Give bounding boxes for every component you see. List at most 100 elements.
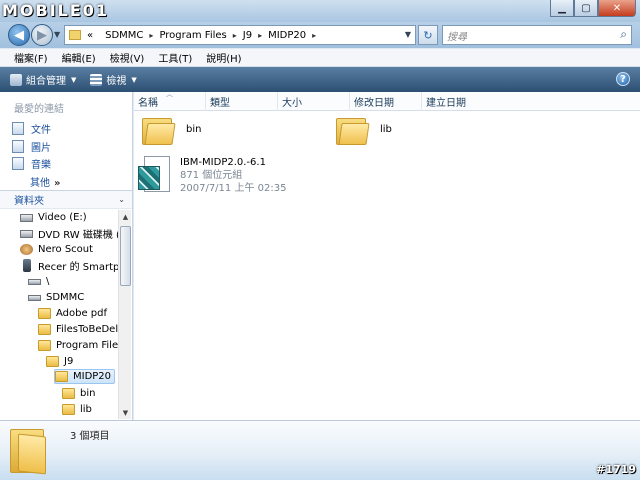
favorite-documents[interactable]: 文件	[12, 121, 51, 136]
favorite-label: 音樂	[31, 160, 51, 171]
sort-ascending-icon: ︿	[166, 90, 173, 98]
tree-item-nero-scout[interactable]: Nero Scout	[20, 242, 93, 257]
tree-item-label: SDMMC	[46, 292, 85, 303]
favorites-more-link[interactable]: 其他 »	[30, 174, 60, 189]
chevron-right-icon[interactable]: ▸	[233, 31, 237, 40]
folder-item-bin[interactable]: bin	[142, 115, 201, 145]
column-modified[interactable]: 修改日期	[350, 92, 422, 111]
title-bar: MOBILE01 ▁ ▢ ✕	[0, 0, 640, 22]
breadcrumb-overflow[interactable]: «	[87, 30, 93, 41]
chevron-right-icon[interactable]: ▸	[312, 31, 316, 40]
tree-scrollbar[interactable]: ▲ ▼	[118, 210, 131, 419]
folder-icon	[142, 115, 176, 145]
column-label: 建立日期	[426, 98, 466, 109]
tree-item-label: Video (E:)	[38, 212, 87, 223]
tree-item-midp20[interactable]: MIDP20	[54, 369, 116, 384]
column-name[interactable]: 名稱 ︿	[134, 90, 206, 111]
dvd-drive-icon	[20, 229, 33, 238]
menu-view[interactable]: 檢視(V)	[110, 50, 145, 65]
folder-icon	[38, 340, 51, 351]
search-icon[interactable]: ⌕	[620, 27, 627, 42]
column-size[interactable]: 大小	[278, 92, 350, 111]
chevron-right-icon[interactable]: ▸	[149, 31, 153, 40]
breadcrumb-j9[interactable]: J9	[243, 30, 252, 41]
pictures-icon	[12, 140, 24, 153]
tree-item-label: \	[46, 276, 50, 287]
forward-button[interactable]: ▶	[31, 24, 53, 46]
scroll-down-icon[interactable]: ▼	[119, 406, 132, 419]
watermark-logo: MOBILE01	[2, 1, 110, 20]
breadcrumb-sdmmc[interactable]: SDMMC	[105, 30, 143, 41]
folder-tree: Video (E:) DVD RW 磁碟機 (I Nero Scout Rece…	[0, 209, 118, 419]
folder-icon	[46, 356, 59, 367]
tree-item-label: Program Files	[56, 340, 118, 351]
menu-tools[interactable]: 工具(T)	[158, 50, 192, 65]
image-number-tag: #1719	[596, 463, 636, 476]
organize-button[interactable]: 組合管理 ▼	[10, 72, 76, 87]
folders-header[interactable]: 資料夾 ⌄	[0, 190, 132, 209]
chevron-right-icon[interactable]: ▸	[258, 31, 262, 40]
refresh-button[interactable]: ↻	[418, 25, 438, 45]
storage-card-icon	[28, 294, 41, 301]
address-row: ◀ ▶ ▼ « SDMMC ▸ Program Files ▸ J9 ▸ MID…	[0, 22, 640, 48]
command-toolbar: 組合管理 ▼ 檢視 ▼ ?	[0, 67, 640, 92]
favorite-music[interactable]: 音樂	[12, 156, 51, 171]
favorite-pictures[interactable]: 圖片	[12, 139, 51, 154]
tree-item-video-drive[interactable]: Video (E:)	[20, 210, 87, 225]
tree-item-program-files[interactable]: Program Files	[38, 338, 118, 353]
folder-icon	[336, 115, 370, 145]
file-item-midp[interactable]: IBM-MIDP2.0.-6.1 871 個位元組 2007/7/11 上午 0…	[138, 156, 286, 196]
file-date: 2007/7/11 上午 02:35	[180, 183, 287, 194]
documents-icon	[12, 122, 24, 135]
tree-item-label: J9	[64, 356, 74, 367]
menu-file[interactable]: 檔案(F)	[14, 50, 48, 65]
tree-item-root[interactable]: \	[28, 274, 49, 289]
nero-scout-icon	[20, 244, 33, 255]
search-input[interactable]: 搜尋 ⌕	[442, 25, 632, 45]
address-bar[interactable]: « SDMMC ▸ Program Files ▸ J9 ▸ MIDP20 ▸ …	[64, 25, 416, 45]
help-icon[interactable]: ?	[616, 72, 630, 86]
address-dropdown-icon[interactable]: ▼	[405, 30, 411, 39]
menu-bar: 檔案(F) 編輯(E) 檢視(V) 工具(T) 說明(H)	[0, 49, 640, 67]
close-button[interactable]: ✕	[598, 0, 636, 17]
tree-item-smartphone[interactable]: Recer 的 Smartph	[20, 258, 118, 273]
breadcrumb-program-files[interactable]: Program Files	[159, 30, 226, 41]
column-created[interactable]: 建立日期	[422, 92, 640, 111]
tree-item-adobe-pdf[interactable]: Adobe pdf	[38, 306, 107, 321]
tree-item-j9[interactable]: J9	[46, 354, 73, 369]
menu-help[interactable]: 說明(H)	[206, 50, 241, 65]
search-placeholder: 搜尋	[447, 31, 467, 43]
column-label: 名稱	[138, 98, 158, 109]
folder-icon	[38, 308, 51, 319]
tree-item-sdmmc[interactable]: SDMMC	[28, 290, 84, 305]
organize-label: 組合管理	[26, 76, 66, 87]
tree-item-label: MIDP20	[73, 371, 112, 382]
favorite-label: 圖片	[31, 143, 51, 154]
folders-header-label: 資料夾	[14, 196, 44, 207]
file-name: IBM-MIDP2.0.-6.1	[180, 157, 266, 168]
scroll-up-icon[interactable]: ▲	[119, 210, 132, 223]
tree-item-dvd-drive[interactable]: DVD RW 磁碟機 (I	[20, 226, 118, 241]
tree-item-label: Recer 的 Smartph	[38, 262, 118, 273]
back-button[interactable]: ◀	[8, 24, 30, 46]
double-chevron-icon: »	[54, 178, 61, 189]
tree-item-label: lib	[80, 404, 92, 415]
views-icon	[90, 73, 103, 86]
chevron-down-icon[interactable]: ⌄	[118, 195, 125, 204]
views-button[interactable]: 檢視 ▼	[90, 72, 137, 87]
folder-item-lib[interactable]: lib	[336, 115, 392, 145]
menu-edit[interactable]: 編輯(E)	[62, 50, 96, 65]
tree-item-files-to-be-deleted[interactable]: FilesToBeDele	[38, 322, 118, 337]
tree-item-lib[interactable]: lib	[62, 402, 92, 417]
tree-item-bin[interactable]: bin	[62, 386, 95, 401]
column-type[interactable]: 類型	[206, 92, 278, 111]
minimize-button[interactable]: ▁	[550, 0, 574, 17]
maximize-button[interactable]: ▢	[574, 0, 598, 17]
more-label: 其他	[30, 178, 50, 189]
scrollbar-thumb[interactable]	[120, 226, 131, 286]
recent-pages-dropdown-icon[interactable]: ▼	[54, 30, 60, 39]
favorites-header: 最愛的連結	[14, 104, 64, 115]
drive-icon	[20, 213, 33, 222]
item-count: 3 個項目	[70, 431, 110, 442]
breadcrumb-midp20[interactable]: MIDP20	[268, 30, 306, 41]
